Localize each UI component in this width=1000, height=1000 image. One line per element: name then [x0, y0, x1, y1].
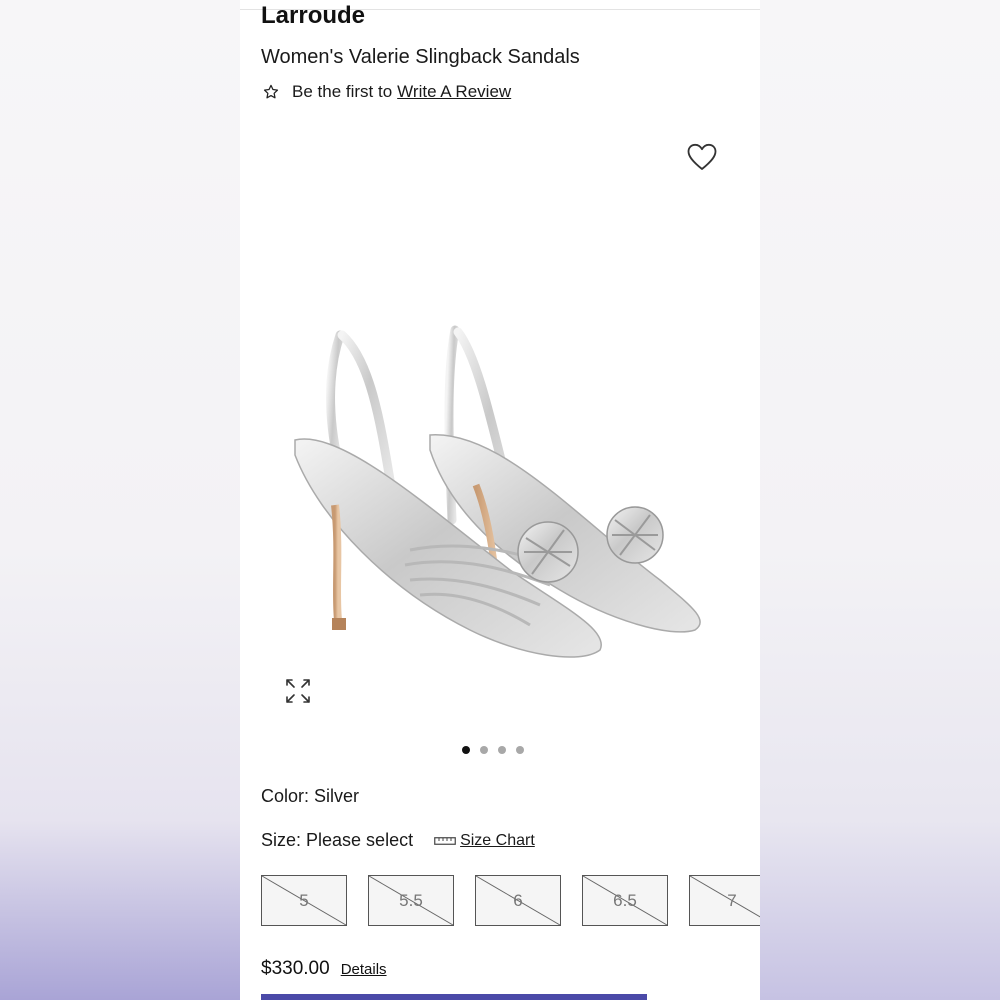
review-row: Be the first to Write A Review [262, 80, 511, 104]
size-option[interactable]: 6.5 [582, 875, 668, 926]
gallery-dot[interactable] [480, 746, 488, 754]
brand-name[interactable]: Larroude [261, 2, 365, 30]
size-options: 5 5.5 6 6.5 7 [261, 875, 760, 926]
background-right [760, 0, 1000, 1000]
review-prompt: Be the first to [292, 82, 393, 101]
gallery-dot[interactable] [516, 746, 524, 754]
size-selection-row: Size: Please select Size Chart [261, 830, 535, 851]
gallery-dot[interactable] [498, 746, 506, 754]
expand-arrows-icon[interactable] [283, 676, 313, 706]
size-prompt: Size: Please select [261, 830, 414, 850]
gallery-pagination [462, 746, 524, 754]
size-label: 6 [513, 890, 523, 910]
size-option[interactable]: 6 [475, 875, 561, 926]
product-title: Women's Valerie Slingback Sandals [261, 46, 580, 68]
price: $330.00 [261, 958, 330, 979]
product-image[interactable] [280, 320, 720, 690]
heart-outline-icon[interactable] [686, 142, 718, 172]
star-outline-icon [263, 84, 279, 99]
add-to-bag-button[interactable] [261, 994, 647, 1000]
gallery-dot[interactable] [462, 746, 470, 754]
size-chart-link[interactable]: Size Chart [460, 832, 535, 850]
ruler-icon [434, 836, 456, 845]
size-label: 5 [299, 890, 309, 910]
product-page: Larroude Women's Valerie Slingback Sanda… [240, 0, 760, 1000]
size-option[interactable]: 5 [261, 875, 347, 926]
price-details-link[interactable]: Details [341, 961, 387, 978]
background-left [0, 0, 240, 1000]
color-selection: Color: Silver [261, 786, 360, 806]
size-label: 5.5 [399, 890, 423, 910]
size-label: 6.5 [613, 890, 637, 910]
price-row: $330.00 Details [261, 958, 387, 980]
size-option[interactable]: 5.5 [368, 875, 454, 926]
size-label: 7 [727, 890, 737, 910]
write-review-link[interactable]: Write A Review [397, 82, 511, 102]
size-option[interactable]: 7 [689, 875, 760, 926]
